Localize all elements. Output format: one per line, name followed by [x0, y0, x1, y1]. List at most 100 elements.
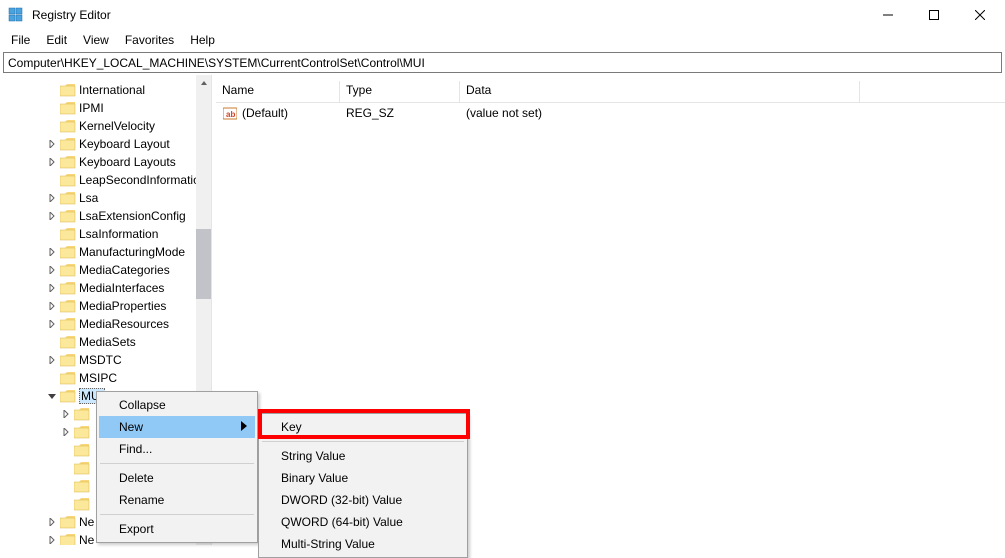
tree-item[interactable]: MediaResources — [0, 315, 211, 333]
tree-label: KernelVelocity — [79, 119, 155, 133]
tree-expander-icon — [60, 498, 72, 510]
column-data[interactable]: Data — [460, 81, 860, 102]
tree-expander-icon[interactable] — [60, 426, 72, 438]
tree-item[interactable]: MediaSets — [0, 333, 211, 351]
tree-item[interactable]: ManufacturingMode — [0, 243, 211, 261]
tree-item[interactable]: Keyboard Layouts — [0, 153, 211, 171]
ctx-export[interactable]: Export — [99, 518, 255, 540]
folder-icon — [60, 318, 76, 331]
context-submenu-new: Key String Value Binary Value DWORD (32-… — [258, 413, 468, 558]
tree-item[interactable]: MediaCategories — [0, 261, 211, 279]
tree-expander-icon[interactable] — [46, 354, 58, 366]
tree-expander-icon — [46, 228, 58, 240]
tree-expander-icon[interactable] — [46, 300, 58, 312]
value-row[interactable]: ab(Default)REG_SZ(value not set) — [216, 103, 1005, 123]
tree-expander-icon[interactable] — [46, 138, 58, 150]
folder-icon — [60, 174, 76, 187]
submenu-key[interactable]: Key — [261, 416, 465, 438]
folder-icon — [60, 516, 76, 529]
tree-expander-icon[interactable] — [60, 408, 72, 420]
folder-icon — [60, 120, 76, 133]
close-button[interactable] — [957, 0, 1003, 30]
folder-icon — [74, 444, 90, 457]
tree-label: LsaExtensionConfig — [79, 209, 186, 223]
tree-item[interactable]: MSIPC — [0, 369, 211, 387]
folder-icon — [60, 282, 76, 295]
tree-label: International — [79, 83, 145, 97]
svg-text:ab: ab — [226, 110, 235, 119]
regedit-icon — [8, 7, 24, 23]
column-type[interactable]: Type — [340, 81, 460, 102]
tree-item[interactable]: MediaInterfaces — [0, 279, 211, 297]
menu-favorites[interactable]: Favorites — [118, 32, 181, 48]
tree-expander-icon — [46, 336, 58, 348]
scrollbar-thumb[interactable] — [196, 229, 211, 299]
folder-icon — [60, 156, 76, 169]
folder-icon — [74, 408, 90, 421]
tree-item[interactable]: LeapSecondInformation — [0, 171, 211, 189]
tree-expander-icon[interactable] — [46, 318, 58, 330]
tree-item[interactable]: KernelVelocity — [0, 117, 211, 135]
tree-label: LsaInformation — [79, 227, 158, 241]
tree-item[interactable]: MediaProperties — [0, 297, 211, 315]
menubar: File Edit View Favorites Help — [0, 30, 1005, 50]
folder-icon — [60, 228, 76, 241]
tree-item[interactable]: International — [0, 81, 211, 99]
submenu-string[interactable]: String Value — [261, 445, 465, 467]
column-name[interactable]: Name — [216, 81, 340, 102]
tree-expander-icon — [60, 462, 72, 474]
tree-label: MediaResources — [79, 317, 169, 331]
folder-icon — [74, 426, 90, 439]
submenu-dword[interactable]: DWORD (32-bit) Value — [261, 489, 465, 511]
submenu-binary[interactable]: Binary Value — [261, 467, 465, 489]
tree-item[interactable]: MSDTC — [0, 351, 211, 369]
tree-expander-icon[interactable] — [46, 282, 58, 294]
address-text: Computer\HKEY_LOCAL_MACHINE\SYSTEM\Curre… — [8, 56, 425, 70]
ctx-find[interactable]: Find... — [99, 438, 255, 460]
tree-item[interactable]: LsaExtensionConfig — [0, 207, 211, 225]
folder-icon — [60, 372, 76, 385]
folder-icon — [60, 138, 76, 151]
tree-label: Lsa — [79, 191, 98, 205]
tree-expander-icon[interactable] — [46, 246, 58, 258]
address-input[interactable]: Computer\HKEY_LOCAL_MACHINE\SYSTEM\Curre… — [3, 52, 1002, 73]
tree-expander-icon[interactable] — [46, 534, 58, 545]
minimize-button[interactable] — [865, 0, 911, 30]
tree-label: LeapSecondInformation — [79, 173, 206, 187]
submenu-qword[interactable]: QWORD (64-bit) Value — [261, 511, 465, 533]
tree-expander-icon[interactable] — [46, 390, 58, 402]
ctx-new[interactable]: New — [99, 416, 255, 438]
ctx-separator — [262, 441, 464, 442]
tree-item[interactable]: Keyboard Layout — [0, 135, 211, 153]
folder-icon — [60, 390, 76, 403]
tree-expander-icon[interactable] — [46, 192, 58, 204]
tree-label: MSIPC — [79, 371, 117, 385]
folder-icon — [60, 102, 76, 115]
window-title: Registry Editor — [30, 8, 111, 22]
value-name: (Default) — [242, 106, 288, 120]
tree-item[interactable]: Lsa — [0, 189, 211, 207]
values-header: Name Type Data — [216, 81, 1005, 103]
maximize-button[interactable] — [911, 0, 957, 30]
tree-expander-icon[interactable] — [46, 516, 58, 528]
submenu-multi[interactable]: Multi-String Value — [261, 533, 465, 555]
tree-item[interactable]: IPMI — [0, 99, 211, 117]
tree-expander-icon[interactable] — [46, 156, 58, 168]
ctx-delete[interactable]: Delete — [99, 467, 255, 489]
string-value-icon: ab — [222, 105, 238, 121]
tree-label: MSDTC — [79, 353, 122, 367]
tree-label: MediaInterfaces — [79, 281, 164, 295]
tree-expander-icon[interactable] — [46, 210, 58, 222]
menu-edit[interactable]: Edit — [39, 32, 74, 48]
menu-file[interactable]: File — [4, 32, 37, 48]
tree-item[interactable]: LsaInformation — [0, 225, 211, 243]
menu-help[interactable]: Help — [183, 32, 222, 48]
scroll-up-icon[interactable] — [196, 75, 211, 90]
tree-expander-icon[interactable] — [46, 264, 58, 276]
tree-label: Ne — [79, 515, 94, 529]
menu-view[interactable]: View — [76, 32, 116, 48]
folder-icon — [74, 498, 90, 511]
tree-label: MediaCategories — [79, 263, 170, 277]
ctx-collapse[interactable]: Collapse — [99, 394, 255, 416]
ctx-rename[interactable]: Rename — [99, 489, 255, 511]
